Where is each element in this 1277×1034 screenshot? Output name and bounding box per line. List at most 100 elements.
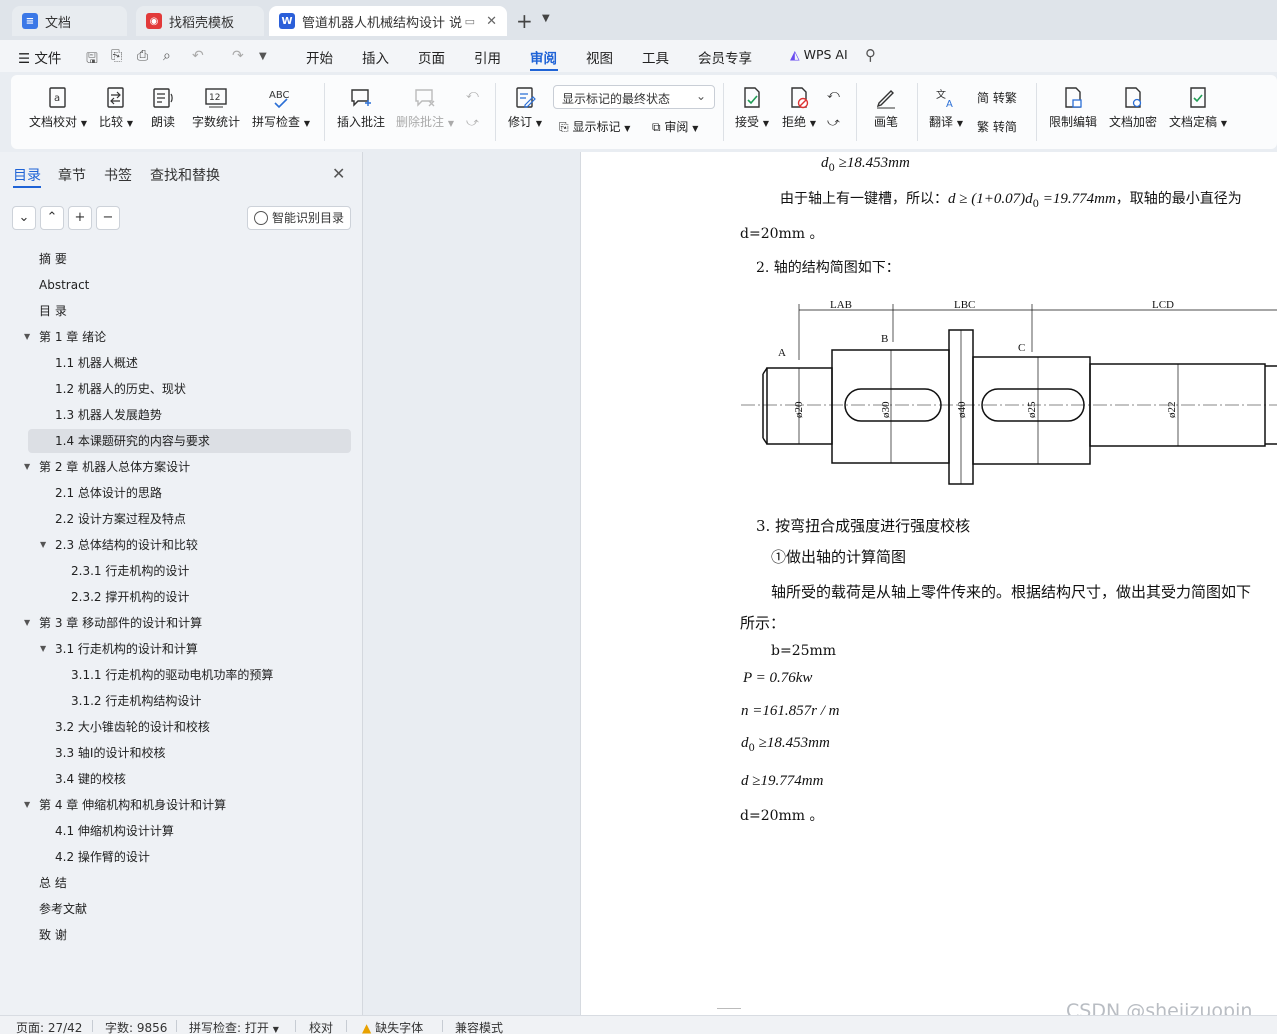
expand-triangle-icon[interactable]: ▼ [24,611,30,635]
delete-comment-button[interactable]: 删除批注 ▼ [396,86,454,130]
toc-item[interactable]: ▼ 3.1 行走机构的设计和计算 [0,637,351,661]
tab-docer[interactable]: ◉ 找稻壳模板 [136,6,264,36]
document-page[interactable]: d0 ≥18.453mm 由于轴上有一键槽，所以：d ≥ (1+0.07)d0 … [580,152,1277,1015]
chevron-down-icon[interactable]: ▼ [259,51,267,62]
close-icon[interactable]: ✕ [332,164,345,183]
toc-item[interactable]: 目 录 [0,299,351,323]
search-icon[interactable]: ⚲ [865,46,876,64]
nav-tab-toc[interactable]: 目录 [13,165,41,185]
menu-tools[interactable]: 工具 [642,47,669,67]
to-traditional-button[interactable]: 简 转繁 [977,89,1017,106]
translate-button[interactable]: 文A 翻译 ▼ [929,86,963,130]
toc-item[interactable]: 2.2 设计方案过程及特点 [0,507,351,531]
prev-change-icon[interactable]: ⤺ [827,87,840,102]
markup-state-select[interactable]: 显示标记的最终状态 ⌄ [553,85,715,109]
collapse-up-button[interactable]: ⌃ [40,206,64,230]
toc-item[interactable]: 4.2 操作臂的设计 [0,845,351,869]
save-icon[interactable]: 🖫 [86,48,98,72]
expand-triangle-icon[interactable]: ▼ [40,533,46,557]
accept-button[interactable]: 接受 ▼ [735,86,769,130]
smart-toc-button[interactable]: 智能识别目录 [247,206,351,230]
chevron-down-icon[interactable]: ▼ [542,13,550,24]
menu-page[interactable]: 页面 [418,47,445,67]
close-icon[interactable]: ✕ [486,14,497,29]
toc-item[interactable]: 摘 要 [0,247,351,271]
spell-check-status[interactable]: 拼写检查: 打开 ▼ [189,1019,279,1034]
toc-item[interactable]: ▼ 第 4 章 伸缩机构和机身设计和计算 [0,793,351,817]
menu-reference[interactable]: 引用 [474,47,501,67]
add-heading-button[interactable]: + [68,206,92,230]
menu-view[interactable]: 视图 [586,47,613,67]
proofread-status[interactable]: 校对 [309,1019,333,1034]
menu-member[interactable]: 会员专享 [698,47,752,67]
toc-item[interactable]: ▼ 第 3 章 移动部件的设计和计算 [0,611,351,635]
word-count-button[interactable]: 12 字数统计 [192,86,240,130]
toc-item[interactable]: 3.4 键的校核 [0,767,351,791]
expand-triangle-icon[interactable]: ▼ [24,793,30,817]
reject-button[interactable]: 拒绝 ▼ [782,86,816,130]
missing-font-status[interactable]: ▲ 缺失字体 [362,1019,423,1034]
nav-tab-find-replace[interactable]: 查找和替换 [150,165,220,185]
word-count-status[interactable]: 字数: 9856 [105,1019,167,1034]
remove-heading-button[interactable]: − [96,206,120,230]
toc-item[interactable]: 1.1 机器人概述 [0,351,351,375]
toc-item[interactable]: 参考文献 [0,897,351,921]
expand-triangle-icon[interactable]: ▼ [24,455,30,479]
insert-comment-button[interactable]: 插入批注 [337,86,385,130]
toc-item[interactable]: 1.4 本课题研究的内容与要求 [28,429,351,453]
read-aloud-button[interactable]: 朗读 [151,86,175,130]
toc-item[interactable]: 3.1.2 行走机构结构设计 [0,689,351,713]
compare-button[interactable]: 比较 ▼ [99,86,133,130]
to-simplified-button[interactable]: 繁 转简 [977,118,1017,135]
toc-item[interactable]: 1.3 机器人发展趋势 [0,403,351,427]
monitor-icon[interactable]: ▭ [465,15,475,28]
nav-tab-bookmark[interactable]: 书签 [104,165,132,185]
nav-tab-chapter[interactable]: 章节 [58,165,86,185]
review-pane-button[interactable]: ⧉ 审阅 ▼ [652,118,698,135]
next-comment-icon[interactable]: ⤻ [466,115,479,130]
toc-item[interactable]: 2.3.1 行走机构的设计 [0,559,351,583]
export-icon[interactable]: ⎘ [111,48,122,64]
expand-triangle-icon[interactable]: ▼ [40,637,46,661]
tab-document[interactable]: W 管道机器人机械结构设计 说明 ▭ ✕ [269,6,507,36]
redo-icon[interactable]: ↷ [232,48,244,64]
menu-insert[interactable]: 插入 [362,47,389,67]
toc-item[interactable]: 2.3.2 撑开机构的设计 [0,585,351,609]
add-tab-icon[interactable]: + [516,9,533,33]
page-indicator[interactable]: 页面: 27/42 [16,1019,82,1034]
toc-item[interactable]: 3.1.1 行走机构的驱动电机功率的预算 [0,663,351,687]
toc-item[interactable]: Abstract [0,273,351,297]
toc-item[interactable]: 3.2 大小锥齿轮的设计和校核 [0,715,351,739]
tab-docs[interactable]: ≡ 文档 [12,6,127,36]
docs-icon: ≡ [22,13,38,29]
toc-item[interactable]: 3.3 轴Ⅰ的设计和校核 [0,741,351,765]
show-markup-button[interactable]: ⎘ 显示标记 ▼ [559,118,630,135]
toc-item[interactable]: ▼ 2.3 总体结构的设计和比较 [0,533,351,557]
spell-check-button[interactable]: ABC 拼写检查 ▼ [252,86,310,130]
menu-start[interactable]: 开始 [306,47,333,67]
expand-triangle-icon[interactable]: ▼ [24,325,30,349]
wps-ai-button[interactable]: ◭ WPS AI [790,47,848,62]
encrypt-button[interactable]: 文档加密 [1109,86,1157,130]
revise-button[interactable]: 修订 ▼ [508,86,542,130]
print-icon[interactable]: ⎙ [137,48,148,64]
pen-button[interactable]: 画笔 [874,86,898,130]
toc-item[interactable]: 致 谢 [0,923,351,947]
prev-comment-icon[interactable]: ⤺ [466,87,479,102]
doc-check-button[interactable]: a 文档校对 ▼ [29,86,87,130]
print-preview-icon[interactable]: ⌕ [163,48,171,64]
toc-item[interactable]: 1.2 机器人的历史、现状 [0,377,351,401]
next-change-icon[interactable]: ⤻ [827,115,840,130]
undo-icon[interactable]: ↶ [192,48,204,64]
toc-item[interactable]: 总 结 [0,871,351,895]
file-menu[interactable]: ☰ 文件 [18,47,61,67]
expand-down-button[interactable]: ⌄ [12,206,36,230]
restrict-edit-label: 限制编辑 [1049,115,1098,129]
menu-review[interactable]: 审阅 [530,47,557,67]
toc-item[interactable]: ▼ 第 1 章 绪论 [0,325,351,349]
toc-item[interactable]: 4.1 伸缩机构设计计算 [0,819,351,843]
toc-item[interactable]: ▼ 第 2 章 机器人总体方案设计 [0,455,351,479]
restrict-edit-button[interactable]: 限制编辑 [1049,86,1097,130]
finalize-button[interactable]: 文档定稿 ▼ [1169,86,1227,130]
toc-item[interactable]: 2.1 总体设计的思路 [0,481,351,505]
